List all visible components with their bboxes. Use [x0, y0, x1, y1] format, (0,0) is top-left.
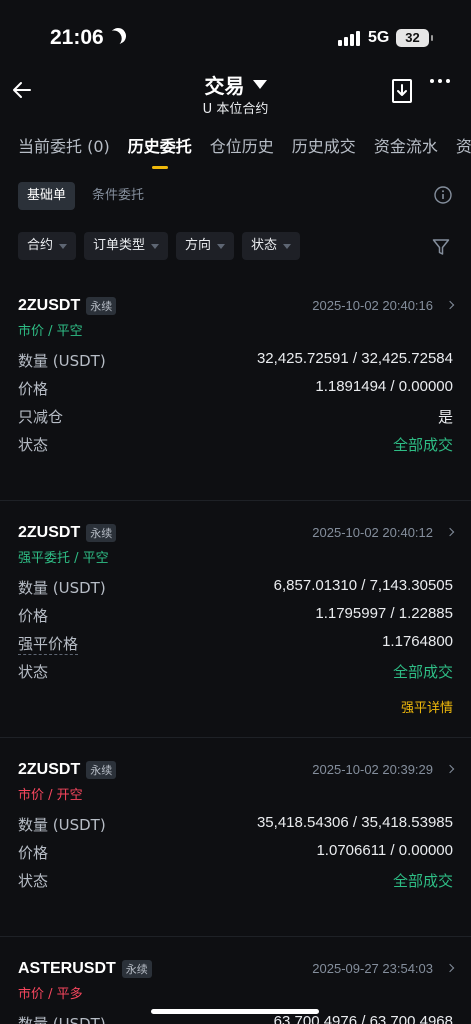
- chevron-right-icon: [445, 963, 455, 973]
- tab-transaction-history[interactable]: 资金流水: [374, 134, 438, 170]
- dropdown-icon: [59, 243, 68, 249]
- dropdown-icon: [151, 243, 160, 249]
- status-value: 全部成交: [392, 872, 453, 890]
- order-type: 强平委托 / 平空: [18, 551, 109, 566]
- download-icon[interactable]: [390, 78, 414, 104]
- order-symbol: 2ZUSDT: [18, 761, 81, 778]
- chevron-right-icon: [445, 764, 455, 774]
- price-label: 价格: [18, 844, 49, 862]
- price-value: 1.0706611 / 0.00000: [316, 842, 453, 859]
- order-symbol: 2ZUSDT: [18, 524, 81, 541]
- qty-label: 数量 (USDT): [18, 579, 106, 597]
- filter-label: 方向: [185, 238, 212, 253]
- reduce-only-label: 只减仓: [18, 408, 64, 426]
- status-value: 全部成交: [392, 436, 453, 454]
- status-label: 状态: [18, 663, 49, 681]
- filter-status[interactable]: 状态: [242, 232, 301, 260]
- qty-value: 32,425.72591 / 32,425.72584: [256, 350, 453, 367]
- reduce-only-value: 是: [437, 409, 453, 426]
- filter-label: 状态: [251, 238, 278, 253]
- tab-current-orders[interactable]: 当前委托 (0): [18, 134, 110, 170]
- perpetual-badge: 永续: [121, 960, 152, 978]
- history-tabs: 当前委托 (0) 历史委托 仓位历史 历史成交 资金流水 资: [18, 134, 471, 170]
- nav-bar: 交易 U 本位合约: [0, 66, 471, 122]
- more-icon[interactable]: [430, 79, 450, 83]
- order-time: 2025-10-02 20:39:29: [312, 762, 433, 777]
- perpetual-badge: 永续: [86, 524, 117, 542]
- order-card[interactable]: 2ZUSDT 永续 2025-10-02 20:40:16 市价 / 平空 数量…: [0, 295, 471, 501]
- price-value: 1.1795997 / 1.22885: [315, 605, 453, 622]
- price-label: 价格: [18, 607, 49, 625]
- chevron-right-icon: [445, 300, 455, 310]
- order-type: 市价 / 平空: [18, 324, 83, 339]
- tab-overflow[interactable]: 资: [456, 134, 471, 170]
- filter-label: 订单类型: [93, 238, 146, 253]
- order-time: 2025-10-02 20:40:16: [312, 298, 433, 313]
- order-type: 市价 / 平多: [18, 987, 83, 1002]
- status-bar: 21:06 5G 32: [0, 0, 471, 72]
- order-type: 市价 / 开空: [18, 788, 83, 803]
- dropdown-icon: [283, 243, 292, 249]
- signal-icon: [338, 30, 360, 46]
- filter-funnel-icon[interactable]: [432, 238, 450, 256]
- status-time: 21:06: [50, 26, 104, 49]
- order-card[interactable]: 2ZUSDT 永续 2025-10-02 20:39:29 市价 / 开空 数量…: [0, 759, 471, 937]
- liquidation-details-link[interactable]: 强平详情: [18, 697, 453, 719]
- status-label: 状态: [18, 436, 49, 454]
- info-icon[interactable]: [434, 186, 452, 204]
- price-value: 1.1891494 / 0.00000: [315, 378, 453, 395]
- qty-label: 数量 (USDT): [18, 1015, 106, 1024]
- chevron-right-icon: [445, 527, 455, 537]
- order-time: 2025-09-27 23:54:03: [312, 961, 433, 976]
- moon-icon: [107, 25, 129, 47]
- subtab-conditional-orders[interactable]: 条件委托: [83, 182, 153, 210]
- status-value: 全部成交: [392, 663, 453, 681]
- home-indicator[interactable]: [151, 1009, 319, 1014]
- dropdown-icon: [217, 243, 226, 249]
- page-title-text: 交易: [204, 74, 245, 98]
- filter-side[interactable]: 方向: [176, 232, 235, 260]
- order-kind-tabs: 基础单 条件委托: [18, 182, 153, 210]
- status-label: 状态: [18, 872, 49, 890]
- tab-position-history[interactable]: 仓位历史: [210, 134, 274, 170]
- liq-price-value: 1.1764800: [382, 633, 453, 650]
- subtab-basic-orders[interactable]: 基础单: [18, 182, 76, 210]
- qty-value: 35,418.54306 / 35,418.53985: [256, 814, 453, 831]
- filter-contract[interactable]: 合约: [18, 232, 77, 260]
- price-label: 价格: [18, 380, 49, 398]
- order-time: 2025-10-02 20:40:12: [312, 525, 433, 540]
- qty-label: 数量 (USDT): [18, 816, 106, 834]
- order-symbol: ASTERUSDT: [18, 960, 116, 977]
- filter-label: 合约: [27, 238, 54, 253]
- battery-icon: 32: [396, 29, 433, 47]
- perpetual-badge: 永续: [86, 761, 117, 779]
- network-label: 5G: [368, 29, 390, 46]
- tab-trade-history[interactable]: 历史成交: [292, 134, 356, 170]
- qty-value: 6,857.01310 / 7,143.30505: [273, 577, 453, 594]
- tab-order-history[interactable]: 历史委托: [128, 134, 192, 170]
- order-symbol: 2ZUSDT: [18, 297, 81, 314]
- order-list: 2ZUSDT 永续 2025-10-02 20:40:16 市价 / 平空 数量…: [0, 280, 471, 1024]
- filter-bar: 合约 订单类型 方向 状态: [18, 232, 301, 260]
- liq-price-label[interactable]: 强平价格: [18, 633, 79, 655]
- caret-down-icon: [252, 80, 267, 89]
- qty-value: 63,700.4976 / 63,700.4968: [273, 1013, 453, 1024]
- order-card[interactable]: 2ZUSDT 永续 2025-10-02 20:40:12 强平委托 / 平空 …: [0, 522, 471, 738]
- order-card[interactable]: ASTERUSDT 永续 2025-09-27 23:54:03 市价 / 平多…: [0, 958, 471, 1024]
- filter-order-type[interactable]: 订单类型: [84, 232, 169, 260]
- perpetual-badge: 永续: [86, 297, 117, 315]
- qty-label: 数量 (USDT): [18, 352, 106, 370]
